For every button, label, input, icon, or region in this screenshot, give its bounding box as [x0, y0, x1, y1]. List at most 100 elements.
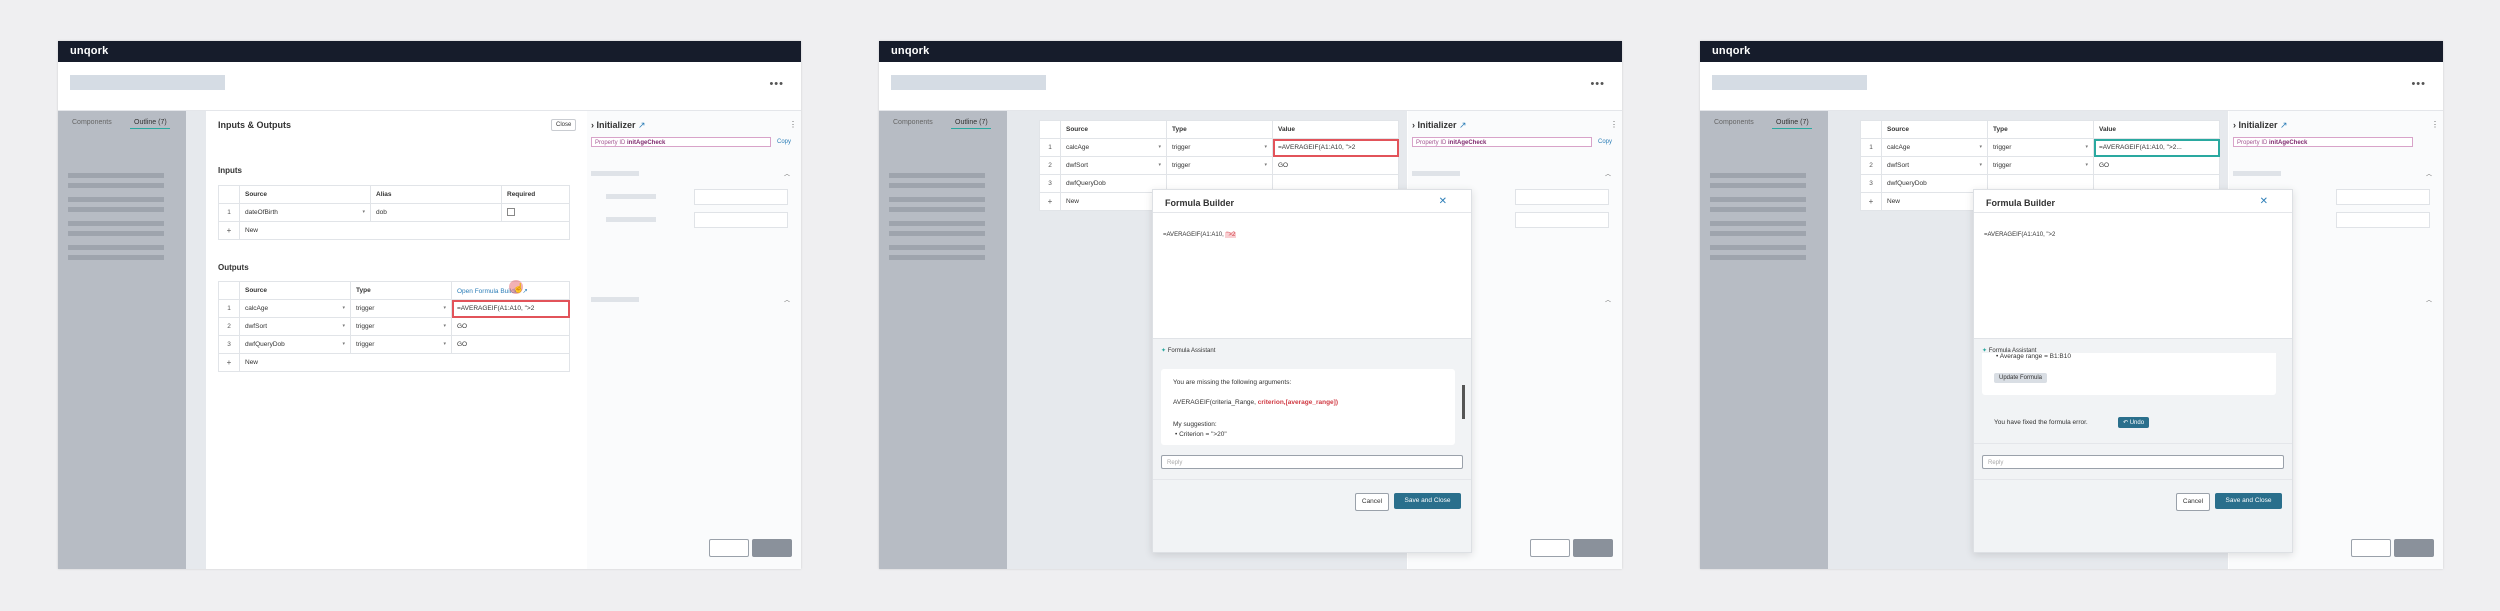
tab-components[interactable]: Components: [1714, 119, 1754, 126]
type-select[interactable]: trigger ▾: [1987, 138, 2094, 157]
hand-cursor-icon: ☝: [513, 283, 525, 293]
footer-button-primary[interactable]: [752, 539, 792, 557]
value-field-error[interactable]: =AVERAGEIF(A1:A10, ">2: [1272, 138, 1399, 157]
row-number: 2: [218, 317, 240, 336]
formula-editor[interactable]: =AVERAGEIF(A1:A10, ">2: [1984, 232, 2055, 238]
type-select[interactable]: trigger ▾: [350, 299, 452, 318]
reply-input[interactable]: Reply: [1161, 455, 1463, 469]
field-placeholder[interactable]: [1515, 189, 1609, 205]
row-number: 3: [218, 335, 240, 354]
chevron-up-icon[interactable]: ︿: [2426, 295, 2432, 304]
property-id-field[interactable]: Property ID initAgeCheck: [591, 137, 771, 147]
dots-icon[interactable]: •••: [2411, 78, 2426, 90]
nav-placeholder: [1710, 207, 1806, 212]
copy-link[interactable]: Copy: [1598, 139, 1612, 145]
nav-tabs: Components Outline (7): [58, 111, 186, 133]
modal-title: Formula Builder: [1986, 198, 2056, 208]
dots-icon[interactable]: •••: [1590, 78, 1605, 90]
external-link-icon[interactable]: ↗: [2280, 120, 2288, 130]
external-link-icon[interactable]: ↗: [1459, 120, 1467, 130]
chevron-up-icon[interactable]: ︿: [784, 169, 790, 178]
chevron-down-icon: ▾: [443, 341, 446, 347]
table-row-new[interactable]: + New: [218, 353, 570, 372]
close-button[interactable]: Close: [551, 119, 577, 131]
value-field-active[interactable]: =AVERAGEIF(A1:A10, ">2...: [2093, 138, 2220, 157]
tab-components[interactable]: Components: [72, 119, 112, 126]
cancel-button[interactable]: Cancel: [1355, 493, 1389, 511]
col-num: [218, 185, 240, 204]
field-placeholder[interactable]: [2336, 212, 2430, 228]
type-select[interactable]: trigger ▾: [1166, 156, 1273, 175]
tab-outline[interactable]: Outline (7): [134, 119, 167, 126]
source-select[interactable]: calcAge ▾: [1060, 138, 1167, 157]
chevron-down-icon: ▾: [2085, 162, 2088, 168]
undo-button[interactable]: ↶ Undo: [2118, 417, 2150, 428]
save-and-close-button[interactable]: Save and Close: [2215, 493, 2282, 509]
source-select[interactable]: dwfQueryDob: [1060, 174, 1167, 193]
footer-button-primary[interactable]: [2394, 539, 2434, 557]
save-and-close-button[interactable]: Save and Close: [1394, 493, 1461, 509]
close-icon[interactable]: ✕: [2260, 196, 2268, 207]
chevron-up-icon[interactable]: ︿: [1605, 169, 1611, 178]
tab-components[interactable]: Components: [893, 119, 933, 126]
tab-outline[interactable]: Outline (7): [1776, 119, 1809, 126]
copy-link[interactable]: Copy: [777, 139, 791, 145]
nav-placeholder: [68, 197, 164, 202]
update-formula-button[interactable]: Update Formula: [1994, 373, 2048, 383]
nav-placeholder: [889, 255, 985, 260]
property-id-field[interactable]: Property ID initAgeCheck: [1412, 137, 1592, 147]
row-number: 1: [218, 299, 240, 318]
source-select[interactable]: dwfQueryDob ▾: [239, 335, 351, 354]
reply-input[interactable]: Reply: [1982, 455, 2284, 469]
kebab-icon[interactable]: ⋮: [2431, 120, 2439, 129]
required-checkbox[interactable]: [507, 207, 515, 216]
value-field[interactable]: GO: [451, 317, 570, 336]
chevron-up-icon[interactable]: ︿: [2426, 169, 2432, 178]
section-placeholder: [1412, 171, 1460, 176]
source-select[interactable]: dwfSort ▾: [239, 317, 351, 336]
tab-outline[interactable]: Outline (7): [955, 119, 988, 126]
type-select[interactable]: trigger ▾: [1166, 138, 1273, 157]
field-placeholder[interactable]: [694, 212, 788, 228]
section-placeholder: [2233, 171, 2281, 176]
source-select[interactable]: calcAge ▾: [1881, 138, 1988, 157]
kebab-icon[interactable]: ⋮: [789, 120, 797, 129]
kebab-icon[interactable]: ⋮: [1610, 120, 1618, 129]
formula-editor[interactable]: =AVERAGEIF(A1:A10, ">2: [1163, 232, 1237, 238]
value-field[interactable]: GO: [1272, 156, 1399, 175]
footer-button-secondary[interactable]: [2351, 539, 2391, 557]
footer-button-secondary[interactable]: [1530, 539, 1570, 557]
table-row-new[interactable]: + New: [218, 221, 570, 240]
value-field-error[interactable]: =AVERAGEIF(A1:A10, ">2: [451, 299, 570, 318]
value-field[interactable]: GO: [2093, 156, 2220, 175]
source-select[interactable]: calcAge ▾: [239, 299, 351, 318]
type-select[interactable]: trigger ▾: [350, 317, 452, 336]
footer-button-secondary[interactable]: [709, 539, 749, 557]
value-field[interactable]: GO: [451, 335, 570, 354]
footer-button-primary[interactable]: [1573, 539, 1613, 557]
new-row-label: New: [239, 353, 570, 372]
field-placeholder[interactable]: [694, 189, 788, 205]
property-id-field[interactable]: Property ID initAgeCheck: [2233, 137, 2413, 147]
field-placeholder[interactable]: [1515, 212, 1609, 228]
col-value: Value: [1272, 120, 1399, 139]
source-select[interactable]: dwfSort ▾: [1881, 156, 1988, 175]
close-icon[interactable]: ✕: [1439, 196, 1447, 207]
source-select[interactable]: dwfQueryDob: [1881, 174, 1988, 193]
cancel-button[interactable]: Cancel: [2176, 493, 2210, 511]
chevron-up-icon[interactable]: ︿: [784, 295, 790, 304]
source-select[interactable]: dateOfBirth ▾: [239, 203, 371, 222]
type-select[interactable]: trigger ▾: [350, 335, 452, 354]
divider: [1974, 443, 2292, 444]
field-placeholder[interactable]: [2336, 189, 2430, 205]
source-select[interactable]: dwfSort ▾: [1060, 156, 1167, 175]
section-placeholder: [591, 171, 639, 176]
chevron-up-icon[interactable]: ︿: [1605, 295, 1611, 304]
external-link-icon[interactable]: ↗: [638, 120, 646, 130]
alias-field[interactable]: dob: [370, 203, 502, 222]
dots-icon[interactable]: •••: [769, 78, 784, 90]
type-select[interactable]: trigger ▾: [1987, 156, 2094, 175]
new-row-label: New: [239, 221, 570, 240]
scrollbar-thumb[interactable]: [1462, 385, 1465, 419]
formula-assistant: ✦ Formula Assistant You are missing the …: [1153, 338, 1471, 552]
